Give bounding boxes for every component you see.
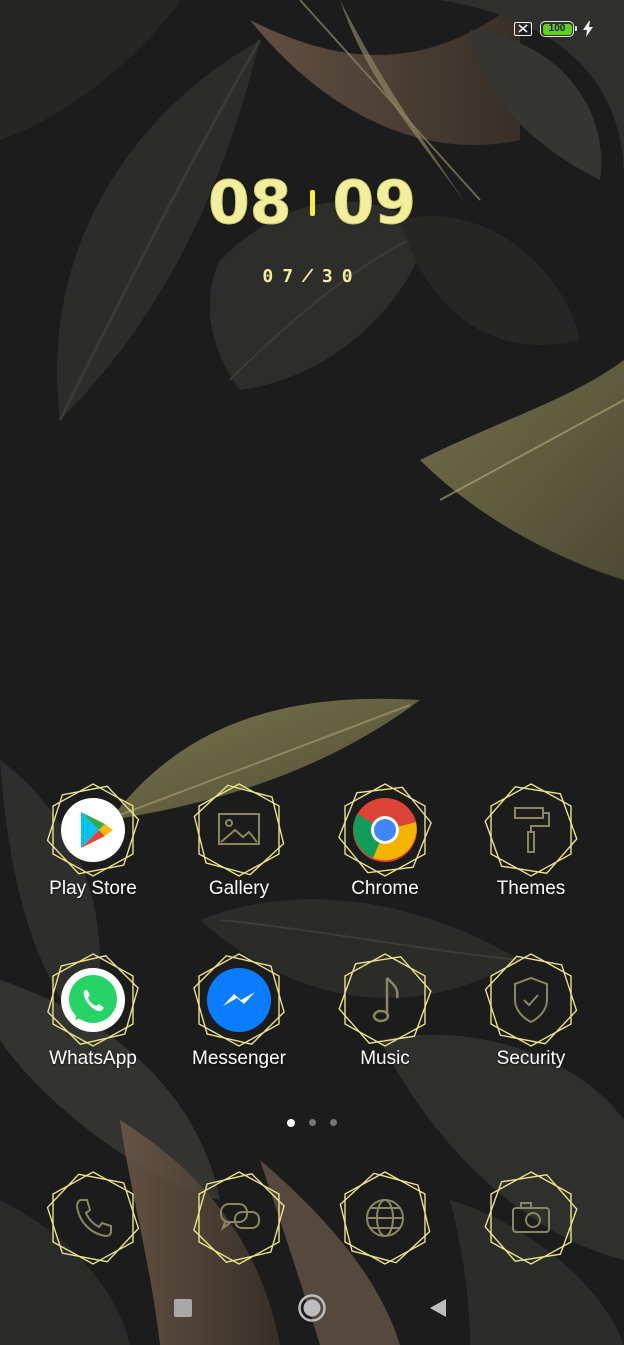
gallery-icon: [218, 813, 260, 845]
app-security[interactable]: Security: [458, 950, 604, 1070]
page-dot-active[interactable]: [287, 1118, 295, 1127]
back-button[interactable]: [418, 1288, 458, 1328]
circle-icon: [298, 1294, 326, 1322]
date-month: 07: [262, 266, 303, 287]
status-bar: 100: [514, 18, 594, 40]
dock-browser[interactable]: [312, 1168, 458, 1268]
browser-globe-icon: [366, 1199, 404, 1237]
square-icon: [174, 1299, 192, 1317]
date-day: 30: [321, 266, 362, 287]
app-music[interactable]: Music: [312, 950, 458, 1070]
app-messenger[interactable]: Messenger: [166, 950, 312, 1070]
app-label: Music: [360, 1048, 410, 1069]
shield-check-icon: [514, 976, 548, 1024]
dock-phone[interactable]: [20, 1168, 166, 1268]
bolt-icon: [583, 21, 593, 37]
navigation-bar: [0, 1288, 624, 1328]
app-label: Security: [496, 1048, 566, 1069]
no-sim-icon: [514, 22, 532, 36]
page-indicator: [0, 1118, 624, 1127]
app-play-store[interactable]: Play Store: [20, 780, 166, 900]
clock-hour: 08: [208, 168, 292, 239]
app-label: WhatsApp: [49, 1048, 137, 1069]
messenger-icon: [207, 968, 271, 1032]
clock-widget[interactable]: 08 09: [0, 168, 624, 239]
dock-messages[interactable]: [166, 1168, 312, 1268]
recents-button[interactable]: [163, 1288, 203, 1328]
app-label: Chrome: [351, 878, 419, 899]
play-store-icon: [61, 798, 125, 862]
paint-roller-icon: [514, 807, 550, 853]
battery-indicator: 100: [540, 21, 577, 37]
battery-level: 100: [542, 23, 572, 35]
camera-icon: [512, 1202, 550, 1233]
music-note-icon: [372, 977, 399, 1023]
app-label: Messenger: [192, 1048, 286, 1069]
app-chrome[interactable]: Chrome: [312, 780, 458, 900]
app-themes[interactable]: Themes: [458, 780, 604, 900]
messages-icon: [220, 1203, 260, 1231]
app-label: Play Store: [49, 878, 137, 899]
chrome-icon: [353, 798, 417, 862]
dock-camera[interactable]: [458, 1168, 604, 1268]
app-gallery[interactable]: Gallery: [166, 780, 312, 900]
back-triangle-icon: [430, 1299, 446, 1317]
date-widget[interactable]: 07/30: [0, 264, 624, 289]
date-separator: /: [300, 264, 324, 289]
app-whatsapp[interactable]: WhatsApp: [20, 950, 166, 1070]
app-label: Gallery: [208, 878, 270, 899]
page-dot[interactable]: [330, 1119, 337, 1126]
whatsapp-icon: [61, 968, 125, 1032]
clock-minute: 09: [332, 168, 416, 239]
home-button[interactable]: [292, 1288, 332, 1328]
clock-separator: [309, 190, 315, 216]
page-dot[interactable]: [309, 1119, 316, 1126]
app-label: Themes: [496, 878, 566, 899]
phone-icon: [75, 1199, 112, 1238]
